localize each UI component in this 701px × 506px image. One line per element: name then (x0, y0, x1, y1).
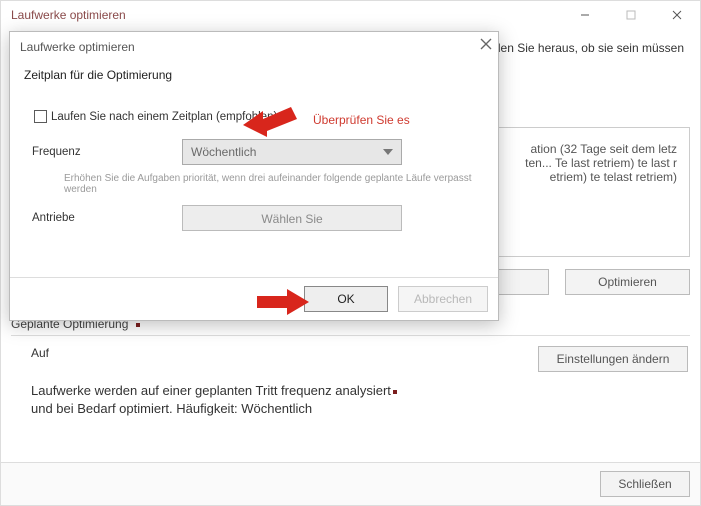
checkbox-icon[interactable] (34, 110, 47, 123)
dialog-close-icon[interactable] (480, 38, 492, 53)
frequency-value: Wöchentlich (191, 145, 256, 159)
choose-drives-button[interactable]: Wählen Sie (182, 205, 402, 231)
annotation-arrow-icon (241, 97, 301, 137)
dialog-titlebar: Laufwerke optimieren (10, 32, 498, 62)
dialog-heading: Zeitplan für die Optimierung (24, 68, 484, 82)
schedule-dialog: Laufwerke optimieren Zeitplan für die Op… (9, 31, 499, 321)
priority-fineprint: Erhöhen Sie die Aufgaben priorität, wenn… (64, 173, 484, 195)
schedule-description: Laufwerke werden auf einer geplanten Tri… (11, 382, 690, 417)
close-window-button[interactable] (654, 1, 700, 29)
window-title: Laufwerke optimieren (11, 8, 126, 22)
close-button[interactable]: Schließen (600, 471, 690, 497)
cancel-button[interactable]: Abbrechen (398, 286, 488, 312)
chevron-down-icon (383, 149, 393, 155)
dialog-title: Laufwerke optimieren (20, 40, 135, 54)
frequency-select[interactable]: Wöchentlich (182, 139, 402, 165)
schedule-row: Auf Einstellungen ändern (11, 346, 690, 372)
main-window: Laufwerke optimieren Finden Sie heraus, … (0, 0, 701, 506)
dialog-body: Zeitplan für die Optimierung Laufen Sie … (10, 62, 498, 245)
minimize-button[interactable] (562, 1, 608, 29)
drives-label: Antriebe (32, 212, 182, 224)
window-controls (562, 1, 700, 29)
ok-button[interactable]: OK (304, 286, 388, 312)
hint-text: Finden Sie heraus, ob sie sein müssen (477, 41, 684, 55)
schedule-on-label: Auf (11, 346, 538, 360)
highlight-dot-icon (393, 390, 397, 394)
change-settings-button[interactable]: Einstellungen ändern (538, 346, 688, 372)
annotation-verify: Überprüfen Sie es (313, 113, 410, 127)
drives-row: Antriebe Wählen Sie (32, 205, 484, 231)
frequency-row: Frequenz Wöchentlich (32, 139, 484, 165)
maximize-button[interactable] (608, 1, 654, 29)
footer: Schließen (1, 462, 700, 505)
frequency-label: Frequenz (32, 146, 182, 158)
annotation-arrow-icon (253, 285, 313, 319)
optimize-button[interactable]: Optimieren (565, 269, 690, 295)
